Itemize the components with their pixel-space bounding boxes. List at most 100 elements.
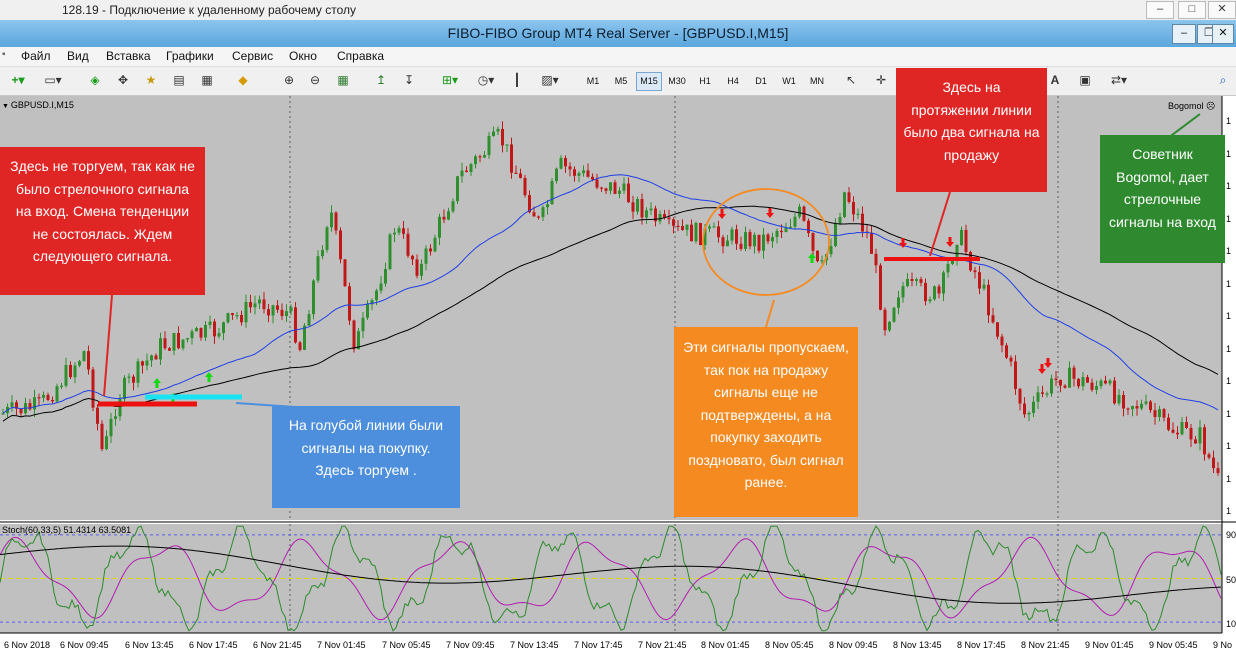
bull-candle (172, 332, 176, 351)
new-chart-icon[interactable]: +▾ (3, 71, 33, 89)
bull-candle (127, 376, 131, 378)
tf-m30[interactable]: M30 (664, 72, 690, 91)
time-axis-label: 8 Nov 21:45 (1021, 640, 1070, 650)
strategy-tester-icon[interactable]: ▦ (198, 71, 216, 89)
time-axis-label: 7 Nov 01:45 (317, 640, 366, 650)
bull-candle (1095, 386, 1098, 390)
bear-candle (348, 286, 351, 321)
navigator-icon[interactable]: ★ (142, 71, 160, 89)
price-tick-label: 1 (1226, 408, 1232, 419)
bear-candle (1072, 367, 1076, 379)
bear-candle (334, 212, 338, 231)
search-icon[interactable]: ⌕ (1214, 71, 1232, 89)
callout-two-sell-signals: Здесь на протяжении линии было два сигна… (896, 68, 1047, 192)
bull-candle (312, 280, 315, 315)
tf-m15[interactable]: M15 (636, 72, 662, 91)
bull-candle (771, 237, 774, 242)
menu-view[interactable]: Вид (67, 49, 89, 63)
bear-candle (442, 216, 446, 220)
chart-shift-icon[interactable]: ↥ (372, 71, 390, 89)
menu-window[interactable]: Окно (289, 49, 317, 63)
bull-candle (204, 324, 207, 338)
crosshair-icon[interactable]: ✛ (872, 71, 890, 89)
bear-candle (537, 216, 540, 218)
rdp-minimize-button[interactable]: – (1146, 1, 1174, 19)
tf-h4[interactable]: H4 (720, 72, 746, 91)
tf-w1[interactable]: W1 (776, 72, 802, 91)
time-axis-label: 7 Nov 21:45 (638, 640, 687, 650)
menu-service[interactable]: Сервис (232, 49, 273, 63)
bear-candle (1023, 403, 1026, 415)
bull-candle (316, 256, 320, 281)
bear-candle (672, 219, 675, 226)
menu-help[interactable]: Справка (337, 49, 384, 63)
indicators-icon[interactable]: ⊞▾ (436, 71, 464, 89)
bull-candle (1180, 422, 1184, 435)
stochastic-level-label: 90 (1226, 530, 1236, 540)
bear-candle (1194, 439, 1197, 444)
menu-insert[interactable]: Вставка (106, 49, 151, 63)
periods-clock-icon[interactable]: ◷▾ (472, 71, 500, 89)
bear-candle (1104, 380, 1107, 384)
autoscroll-icon[interactable]: ↧ (400, 71, 418, 89)
bear-candle (51, 400, 54, 402)
zoom-in-icon[interactable]: ⊕ (280, 71, 298, 89)
tf-m5[interactable]: M5 (608, 72, 634, 91)
bear-candle (132, 376, 135, 383)
rdp-close-button[interactable]: ✕ (1208, 1, 1236, 19)
bear-candle (870, 232, 873, 254)
tf-h1[interactable]: H1 (692, 72, 718, 91)
bull-candle (1068, 367, 1071, 388)
bull-candle (645, 210, 648, 218)
price-tick-label: 1 (1226, 376, 1232, 386)
bear-candle (1126, 408, 1130, 410)
bull-candle (730, 229, 734, 241)
time-axis-label: 8 Nov 13:45 (893, 640, 942, 650)
time-axis-label: 7 Nov 13:45 (510, 640, 559, 650)
app-title-bar: FIBO-FIBO Group MT4 Real Server - [GBPUS… (0, 20, 1236, 48)
bull-candle (55, 386, 59, 402)
bear-candle (1171, 429, 1175, 433)
bull-candle (622, 183, 626, 191)
tile-windows-icon[interactable]: ▦ (334, 71, 352, 89)
bear-candle (739, 243, 743, 249)
menu-charts[interactable]: Графики (166, 49, 214, 63)
chart-menu-icon[interactable]: ▪ (2, 49, 6, 60)
bear-candle (919, 279, 923, 283)
bull-candle (798, 206, 801, 217)
bear-candle (573, 169, 576, 176)
price-tick-label: 1 (1226, 246, 1232, 256)
cursor-icon[interactable]: ↖ (842, 71, 860, 89)
bull-candle (60, 385, 63, 387)
bull-candle (10, 402, 14, 407)
bear-candle (415, 259, 419, 276)
bar-chart-icon[interactable]: ┃ (508, 71, 526, 89)
bear-candle (1216, 468, 1220, 474)
bull-candle (483, 155, 486, 158)
terminal-icon[interactable]: ▤ (170, 71, 188, 89)
bull-candle (460, 170, 464, 177)
window-minimize-button[interactable]: – (1172, 24, 1196, 44)
text-label-icon[interactable]: ▣ (1076, 71, 1094, 89)
bull-candle (361, 317, 365, 332)
text-tool-icon[interactable]: A (1046, 71, 1064, 89)
auto-trading-icon[interactable]: ◆ (234, 71, 252, 89)
market-watch-icon[interactable]: ◈ (86, 71, 104, 89)
bear-candle (757, 234, 761, 251)
profiles-icon[interactable]: ▭▾ (38, 71, 68, 89)
tf-m1[interactable]: M1 (580, 72, 606, 91)
rdp-maximize-button[interactable]: □ (1178, 1, 1206, 19)
tf-d1[interactable]: D1 (748, 72, 774, 91)
chart-symbol-label: ▼ GBPUSD.I,M15 (2, 100, 74, 110)
bull-candle (928, 299, 932, 302)
data-window-icon[interactable]: ✥ (114, 71, 132, 89)
zoom-out-icon[interactable]: ⊖ (306, 71, 324, 89)
arrows-icon[interactable]: ⇄▾ (1104, 71, 1134, 89)
menu-file[interactable]: Файл (21, 49, 51, 63)
window-close-button[interactable]: ✕ (1212, 24, 1234, 44)
bull-candle (325, 227, 329, 250)
tf-mn[interactable]: MN (804, 72, 830, 91)
bear-candle (717, 226, 720, 238)
templates-icon[interactable]: ▨▾ (536, 71, 564, 89)
bear-candle (735, 229, 738, 244)
